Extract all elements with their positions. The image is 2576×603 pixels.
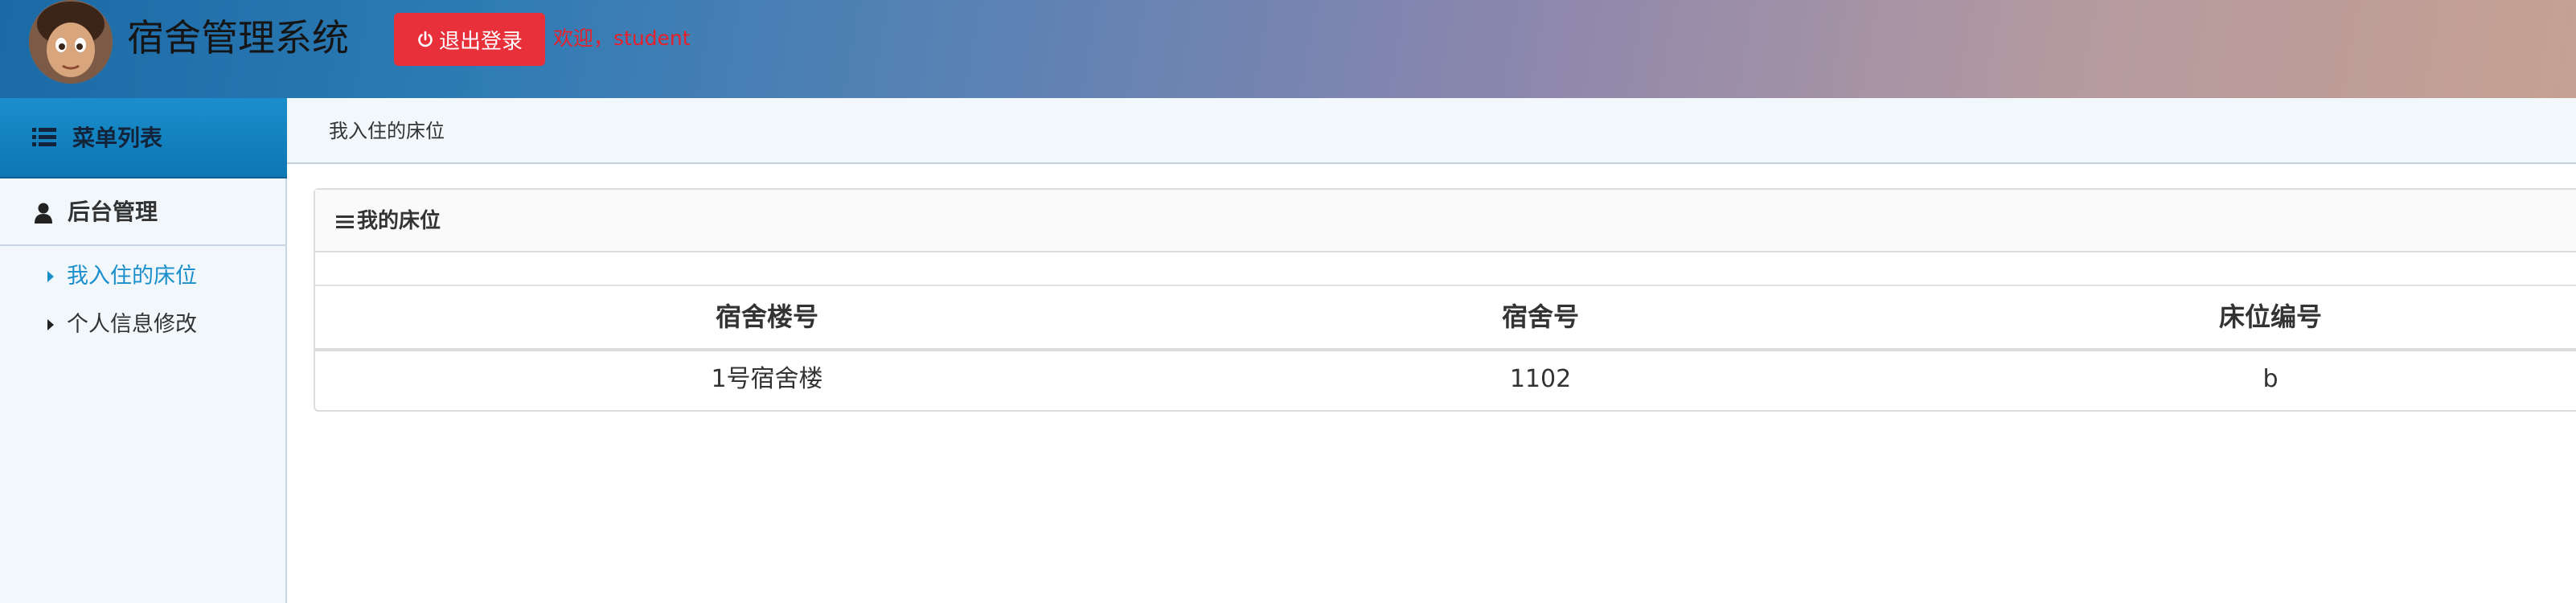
column-header-bed: 床位编号 [2218,302,2322,332]
column-header-building: 宿舍楼号 [715,302,818,332]
sidebar-item-label: 个人信息修改 [67,312,197,337]
cell-building: 1号宿舍楼 [711,365,823,393]
cell-room: 1102 [1509,365,1572,393]
panel-title: 我的床位 [336,204,441,238]
logout-label: 退出登录 [438,29,523,54]
avatar [29,0,113,84]
top-header: 宿舍管理系统 退出登录 欢迎，student [0,0,2576,98]
app-title: 宿舍管理系统 [127,16,349,59]
sidebar-item-my-bed[interactable]: 我入住的床位 [0,254,285,299]
panel-heading: 我的床位 [315,190,2576,252]
bed-panel: 我的床位 宿舍楼号 宿舍号 床位编号 1号宿舍楼 1102 b [314,188,2576,412]
menu-title: 菜单列表 [72,125,163,151]
table-top-border [315,285,2576,286]
breadcrumb: 我入住的床位 [287,98,2576,164]
user-icon [35,203,52,224]
breadcrumb-current: 我入住的床位 [329,120,445,142]
logout-button[interactable]: 退出登录 [394,13,545,66]
sidebar-section-admin[interactable]: 后台管理 [0,178,285,246]
caret-right-icon [47,271,54,282]
list-icon [32,128,56,146]
welcome-text: 欢迎，student [553,27,691,50]
menu-header: 菜单列表 [0,98,287,178]
cell-bed: b [2262,365,2279,393]
column-header-room: 宿舍号 [1501,302,1579,332]
sidebar: 菜单列表 后台管理 我入住的床位 个人信息修改 [0,98,287,603]
power-icon [418,31,433,47]
sidebar-item-label: 我入住的床位 [67,264,197,289]
sidebar-item-profile-edit[interactable]: 个人信息修改 [0,302,285,347]
menu-icon [336,215,354,228]
panel-title-text: 我的床位 [357,209,441,233]
caret-right-icon [47,319,54,330]
section-label: 后台管理 [68,199,158,225]
table-header-divider [315,348,2576,351]
